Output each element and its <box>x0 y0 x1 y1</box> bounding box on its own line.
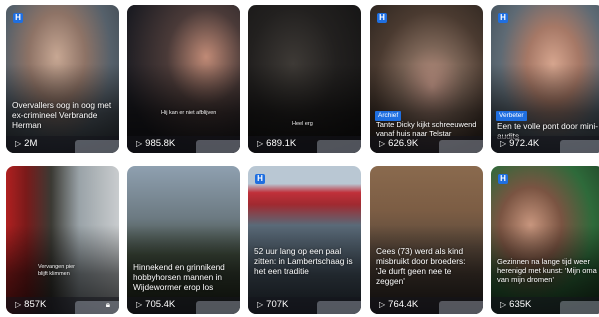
video-card[interactable]: H 52 uur lang op een paal zitten: in Lam… <box>248 166 361 314</box>
play-icon: ▷ <box>379 300 386 309</box>
video-title: Cees (73) werd als kind misbruikt door b… <box>376 246 466 286</box>
video-subtitle: Hij kan er niet afblijven <box>161 110 217 116</box>
video-card[interactable]: H Gezinnen na lange tijd weer herenigd m… <box>491 166 599 314</box>
play-icon: ▷ <box>257 300 264 309</box>
play-icon: ▷ <box>136 139 143 148</box>
video-title: Hinnekend en grinnikend hobbyhorsen mann… <box>133 262 225 292</box>
view-count: ▷ 972.4K <box>500 138 540 149</box>
lock-icon: 🔒︎ <box>105 300 110 309</box>
play-icon: ▷ <box>500 139 507 148</box>
channel-logo-icon: H <box>498 13 508 23</box>
video-subtitle: Vervangen pier blijft klimmen <box>38 264 75 277</box>
channel-logo-icon: H <box>255 174 265 184</box>
video-card[interactable]: Hinnekend en grinnikend hobbyhorsen mann… <box>127 166 240 314</box>
video-card[interactable]: H Verbeter Een te volle pont door mini-a… <box>491 5 599 153</box>
view-count: ▷ 705.4K <box>136 299 176 310</box>
view-count: ▷ 857K <box>15 299 47 310</box>
video-card[interactable]: H Overvallers oog in oog met ex-criminee… <box>6 5 119 153</box>
video-card[interactable]: Cees (73) werd als kind misbruikt door b… <box>370 166 483 314</box>
channel-logo-icon: H <box>13 13 23 23</box>
video-subtitle: Heel erg <box>292 121 313 127</box>
view-count: ▷ 707K <box>257 299 289 310</box>
video-card[interactable]: Hij kan er niet afblijven ▷ 985.8K <box>127 5 240 153</box>
video-grid: H Overvallers oog in oog met ex-criminee… <box>0 0 599 317</box>
video-title: Overvallers oog in oog met ex-crimineel … <box>12 100 112 130</box>
view-count: ▷ 635K <box>500 299 532 310</box>
play-icon: ▷ <box>15 139 22 148</box>
video-card[interactable]: Heel erg ▷ 689.1K <box>248 5 361 153</box>
view-count: ▷ 764.4K <box>379 299 419 310</box>
view-count: ▷ 626.9K <box>379 138 419 149</box>
video-title: Gezinnen na lange tijd weer herenigd met… <box>497 257 597 284</box>
play-icon: ▷ <box>15 300 22 309</box>
play-icon: ▷ <box>257 139 264 148</box>
view-count: ▷ 689.1K <box>257 138 297 149</box>
video-title: 52 uur lang op een paal zitten: in Lambe… <box>254 246 353 276</box>
channel-logo-icon: H <box>377 13 387 23</box>
category-badge: Verbeter <box>496 111 527 121</box>
video-card[interactable]: H Archief Tante Dicky kijkt schreeuwend … <box>370 5 483 153</box>
view-count: ▷ 985.8K <box>136 138 176 149</box>
video-card[interactable]: Vervangen pier blijft klimmen ▷ 857K 🔒︎ <box>6 166 119 314</box>
play-icon: ▷ <box>379 139 386 148</box>
play-icon: ▷ <box>500 300 507 309</box>
view-count: ▷ 2M <box>15 138 38 149</box>
play-icon: ▷ <box>136 300 143 309</box>
channel-logo-icon: H <box>498 174 508 184</box>
